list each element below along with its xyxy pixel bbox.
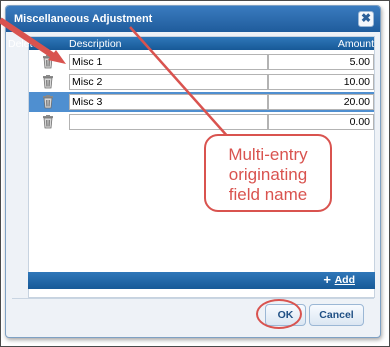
ok-highlight-circle bbox=[256, 299, 302, 329]
divider bbox=[12, 298, 374, 299]
trash-icon[interactable] bbox=[42, 115, 54, 129]
table-row-selected bbox=[29, 92, 374, 112]
column-header-delete: Delete bbox=[8, 38, 39, 50]
callout-line: field name bbox=[228, 185, 308, 204]
close-icon[interactable]: ✖ bbox=[358, 11, 374, 27]
table-row bbox=[29, 52, 374, 72]
trash-icon[interactable] bbox=[42, 75, 54, 89]
add-row-link[interactable]: Add bbox=[335, 274, 355, 286]
trash-icon[interactable] bbox=[42, 55, 54, 69]
grid-header: Delete Description Amount bbox=[8, 37, 374, 50]
amount-input[interactable] bbox=[268, 74, 374, 90]
column-header-description: Description bbox=[69, 38, 122, 50]
amount-input[interactable] bbox=[268, 54, 374, 70]
amount-input[interactable] bbox=[268, 114, 374, 130]
column-header-amount: Amount bbox=[337, 38, 374, 50]
description-input[interactable] bbox=[69, 74, 268, 90]
callout-line: Multi-entry bbox=[228, 145, 308, 164]
dialog-title: Miscellaneous Adjustment bbox=[14, 13, 153, 25]
add-plus-icon[interactable]: + bbox=[323, 272, 331, 287]
grid-footer-bar: + Add bbox=[28, 272, 375, 289]
amount-input[interactable] bbox=[268, 94, 374, 110]
annotation-callout: Multi-entry originating field name bbox=[204, 134, 332, 212]
callout-line: originating bbox=[228, 165, 308, 184]
description-input[interactable] bbox=[69, 54, 268, 70]
dialog-titlebar: Miscellaneous Adjustment ✖ bbox=[6, 6, 380, 32]
table-row bbox=[29, 72, 374, 92]
description-input[interactable] bbox=[69, 94, 268, 110]
cancel-button[interactable]: Cancel bbox=[309, 304, 364, 326]
table-row bbox=[29, 112, 374, 132]
trash-icon[interactable] bbox=[42, 95, 54, 109]
description-input[interactable] bbox=[69, 114, 268, 130]
